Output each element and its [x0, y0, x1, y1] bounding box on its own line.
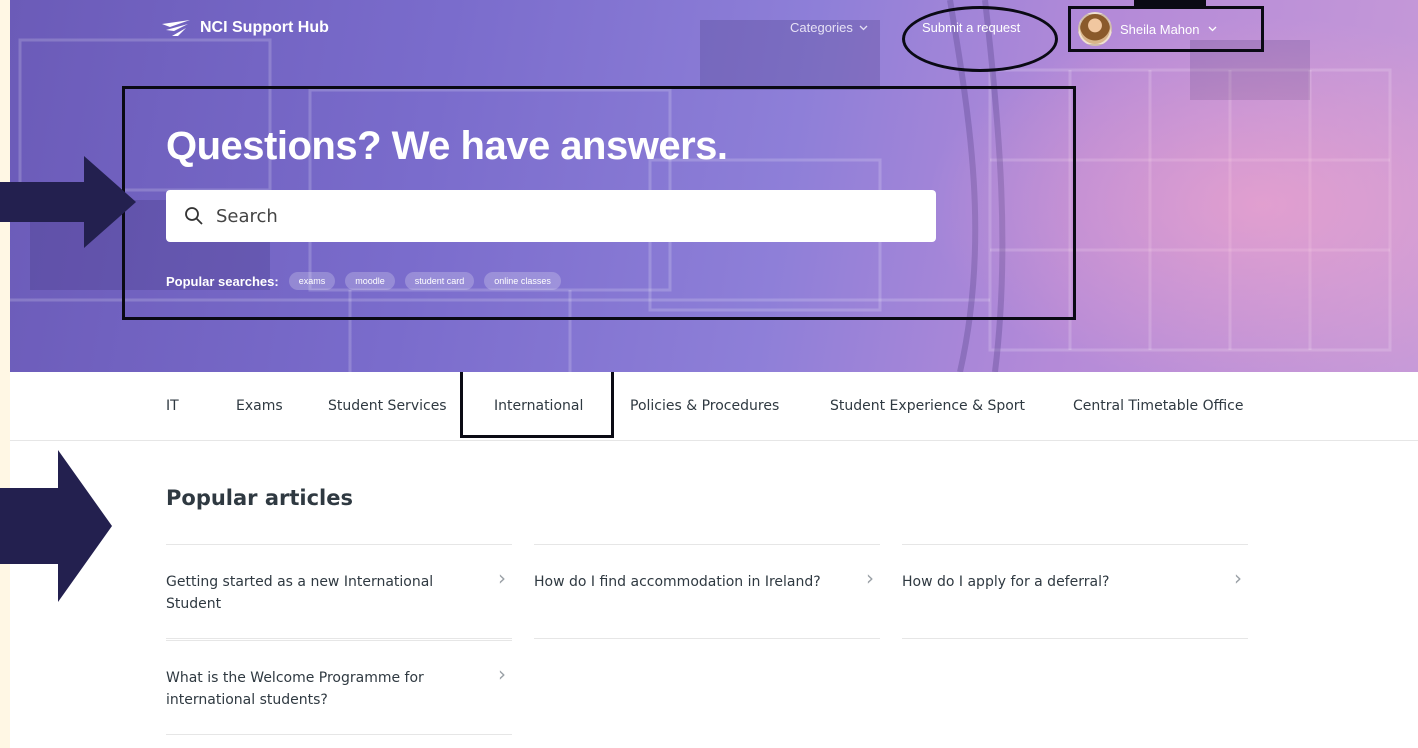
chevron-down-icon	[859, 25, 868, 30]
categories-menu[interactable]: Categories	[790, 20, 868, 35]
article-link[interactable]: How do I find accommodation in Ireland? …	[534, 544, 880, 593]
tab-exams[interactable]: Exams	[236, 398, 283, 414]
divider	[166, 734, 512, 735]
article-title: What is the Welcome Programme for intern…	[166, 670, 424, 708]
annotation-box-tab	[460, 372, 614, 438]
article-link[interactable]: What is the Welcome Programme for intern…	[166, 640, 512, 711]
article-title: How do I find accommodation in Ireland?	[534, 574, 821, 590]
article-link[interactable]: Getting started as a new International S…	[166, 544, 512, 615]
article-link[interactable]: How do I apply for a deferral? ›	[902, 544, 1248, 593]
category-tabs: IT Exams Student Services International …	[10, 372, 1418, 441]
support-hub-page: NCI Support Hub Categories Submit a requ…	[10, 0, 1418, 748]
brand-name: NCI Support Hub	[200, 19, 329, 36]
hero-banner: NCI Support Hub Categories Submit a requ…	[10, 0, 1418, 372]
brand-logo[interactable]: NCI Support Hub	[160, 18, 329, 38]
annotation-box-user	[1068, 6, 1264, 52]
chevron-right-icon: ›	[866, 566, 874, 590]
annotation-ellipse-submit	[902, 6, 1058, 72]
divider	[902, 638, 1248, 639]
annotation-box-user-tab	[1134, 0, 1206, 8]
chevron-right-icon: ›	[498, 662, 506, 686]
arrow-right-icon	[0, 450, 112, 602]
chevron-right-icon: ›	[498, 566, 506, 590]
article-title: Getting started as a new International S…	[166, 574, 434, 612]
chevron-right-icon: ›	[1234, 566, 1242, 590]
tab-student-experience-sport[interactable]: Student Experience & Sport	[830, 398, 1025, 414]
article-title: How do I apply for a deferral?	[902, 574, 1110, 590]
arrow-right-icon	[0, 156, 136, 248]
categories-label: Categories	[790, 20, 853, 35]
tab-central-timetable-office[interactable]: Central Timetable Office	[1073, 398, 1243, 414]
tab-student-services[interactable]: Student Services	[328, 398, 447, 414]
annotation-box-search	[122, 86, 1076, 320]
divider	[534, 638, 880, 639]
logo-mark-icon	[162, 20, 190, 36]
popular-articles-title: Popular articles	[166, 486, 353, 510]
divider	[166, 638, 512, 639]
tab-policies-procedures[interactable]: Policies & Procedures	[630, 398, 779, 414]
tab-it[interactable]: IT	[166, 398, 179, 414]
